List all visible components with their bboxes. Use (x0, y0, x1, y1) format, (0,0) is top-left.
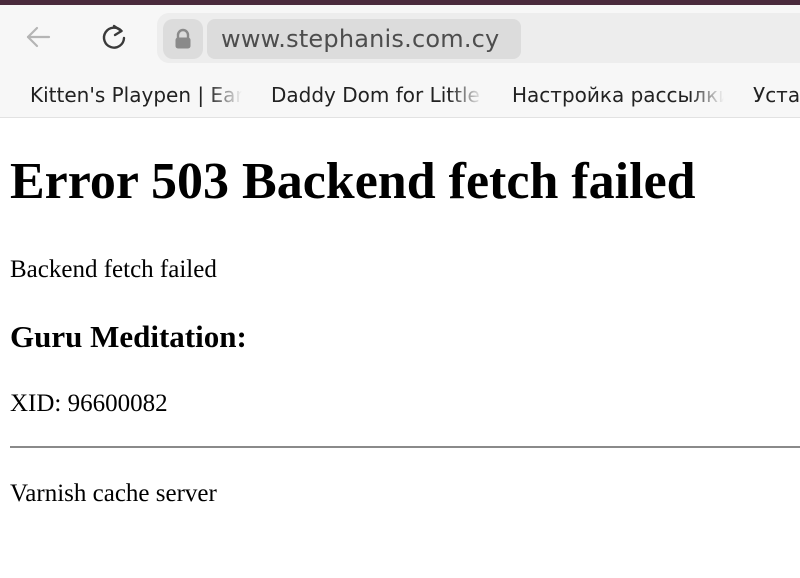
reload-icon (102, 24, 126, 49)
bookmark-item[interactable]: Настройка рассылки (512, 81, 724, 109)
error-description: Backend fetch failed (10, 256, 217, 283)
guru-meditation-heading: Guru Meditation: (10, 319, 247, 354)
xid-text: XID: 96600082 (10, 390, 168, 417)
page-content: Error 503 Backend fetch failed Backend f… (0, 118, 800, 578)
bookmark-label: Уста (753, 83, 800, 107)
lock-icon (175, 28, 191, 49)
bookmark-fade (690, 81, 724, 109)
divider (10, 446, 800, 448)
page-title: Error 503 Backend fetch failed (10, 153, 696, 210)
bookmarks-bar: Kitten's Playpen | Ear Daddy Dom for Lit… (0, 73, 800, 118)
reload-button[interactable] (97, 20, 131, 54)
browser-toolbar: www.stephanis.com.cy (0, 5, 800, 73)
address-bar[interactable]: www.stephanis.com.cy (157, 13, 800, 63)
back-button[interactable] (21, 20, 55, 54)
bookmark-item[interactable]: Уста (753, 81, 800, 109)
url-text[interactable]: www.stephanis.com.cy (207, 19, 521, 59)
bookmark-fade (449, 81, 483, 109)
server-footer: Varnish cache server (10, 480, 217, 507)
back-arrow-icon (26, 26, 51, 48)
bookmark-fade (208, 81, 242, 109)
browser-window: www.stephanis.com.cy Kitten's Playpen | … (0, 0, 800, 578)
bookmark-item[interactable]: Kitten's Playpen | Ear (30, 81, 242, 109)
site-info-button[interactable] (163, 19, 203, 59)
bookmark-item[interactable]: Daddy Dom for Little (271, 81, 483, 109)
